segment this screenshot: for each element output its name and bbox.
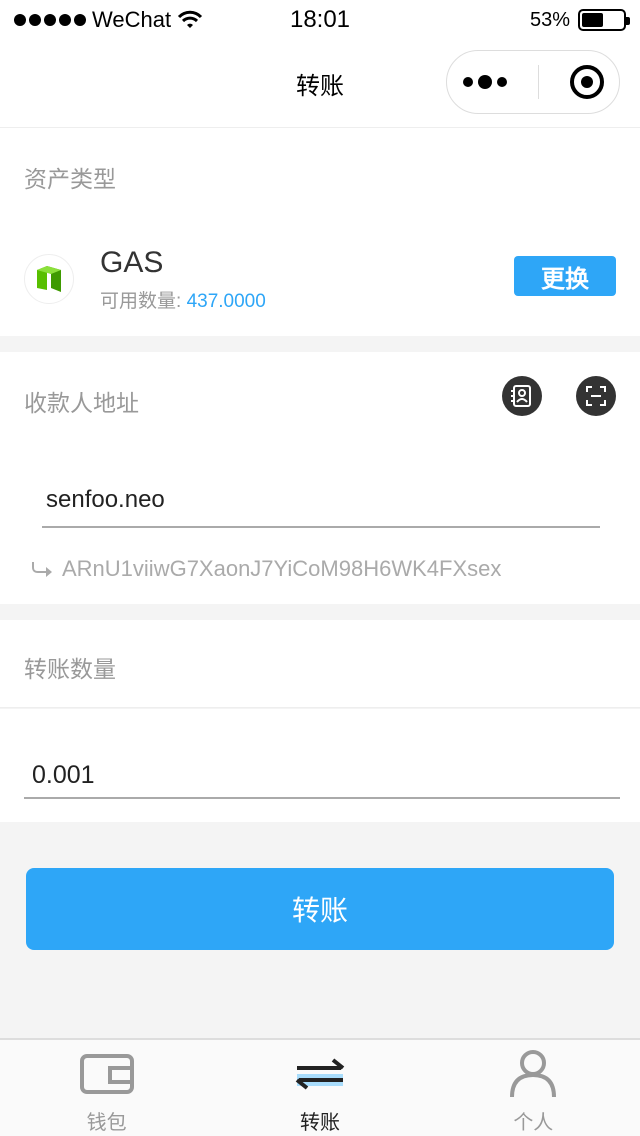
- battery-fill: [582, 13, 604, 27]
- more-icon[interactable]: [462, 75, 507, 89]
- amount-input-section: [0, 709, 640, 822]
- payee-address-section: 收款人地址 ARnU1viiwG7XaonJ7YiCoM98H6WK4FXsex: [0, 352, 640, 604]
- neo-logo-glyph: [37, 266, 61, 292]
- tab-transfer-label: 转账: [299, 1112, 340, 1134]
- tab-wallet[interactable]: 钱包: [0, 1040, 213, 1136]
- person-icon: [505, 1050, 561, 1098]
- status-bar: WeChat 18:01 53%: [0, 0, 640, 40]
- wifi-icon: [177, 10, 203, 28]
- tab-profile[interactable]: 个人: [427, 1040, 640, 1136]
- battery-icon: [578, 9, 630, 31]
- page-title: 转账: [296, 73, 344, 100]
- capsule-divider: [537, 65, 539, 99]
- neo-logo-icon: [24, 254, 74, 304]
- resolved-address-text: ARnU1viiwG7XaonJ7YiCoM98H6WK4FXsex: [62, 556, 502, 581]
- tab-transfer[interactable]: 转账: [213, 1040, 426, 1136]
- carrier-name: WeChat: [92, 7, 172, 32]
- asset-balance: 可用数量: 437.0000: [100, 286, 266, 313]
- amount-field[interactable]: [24, 753, 620, 799]
- mini-program-capsule: [446, 50, 620, 114]
- tab-wallet-label: 钱包: [86, 1112, 127, 1134]
- nav-bar: 转账: [0, 40, 640, 128]
- scan-qr-icon[interactable]: [576, 376, 616, 416]
- battery-percent: 53%: [529, 8, 570, 31]
- change-asset-button[interactable]: 更换: [514, 256, 616, 296]
- tab-profile-label: 个人: [513, 1112, 554, 1134]
- transfer-icon: [292, 1050, 348, 1098]
- close-mini-program-icon[interactable]: [569, 65, 604, 99]
- balance-label: 可用数量:: [100, 291, 187, 312]
- signal-strength-icon: [14, 14, 86, 26]
- forward-arrow-icon: [32, 562, 52, 577]
- balance-value: 437.0000: [186, 291, 266, 312]
- tab-bar: 钱包 转账 个人: [0, 1038, 640, 1136]
- amount-label: 转账数量: [24, 656, 116, 682]
- address-book-icon[interactable]: [502, 376, 542, 416]
- status-left: WeChat: [14, 7, 203, 33]
- payee-address-input[interactable]: [42, 474, 600, 526]
- amount-header-section: 转账数量: [0, 620, 640, 708]
- wallet-icon: [79, 1050, 135, 1098]
- amount-input[interactable]: [24, 753, 620, 797]
- payee-address-field[interactable]: [42, 474, 600, 528]
- payee-address-label: 收款人地址: [24, 390, 139, 416]
- asset-type-label: 资产类型: [24, 166, 116, 192]
- resolved-address: ARnU1viiwG7XaonJ7YiCoM98H6WK4FXsex: [32, 556, 501, 582]
- transfer-button[interactable]: 转账: [26, 868, 614, 950]
- status-right: 53%: [529, 8, 630, 32]
- asset-name: GAS: [100, 246, 164, 279]
- asset-type-section: 资产类型 GAS 可用数量: 437.0000 更换: [0, 128, 640, 336]
